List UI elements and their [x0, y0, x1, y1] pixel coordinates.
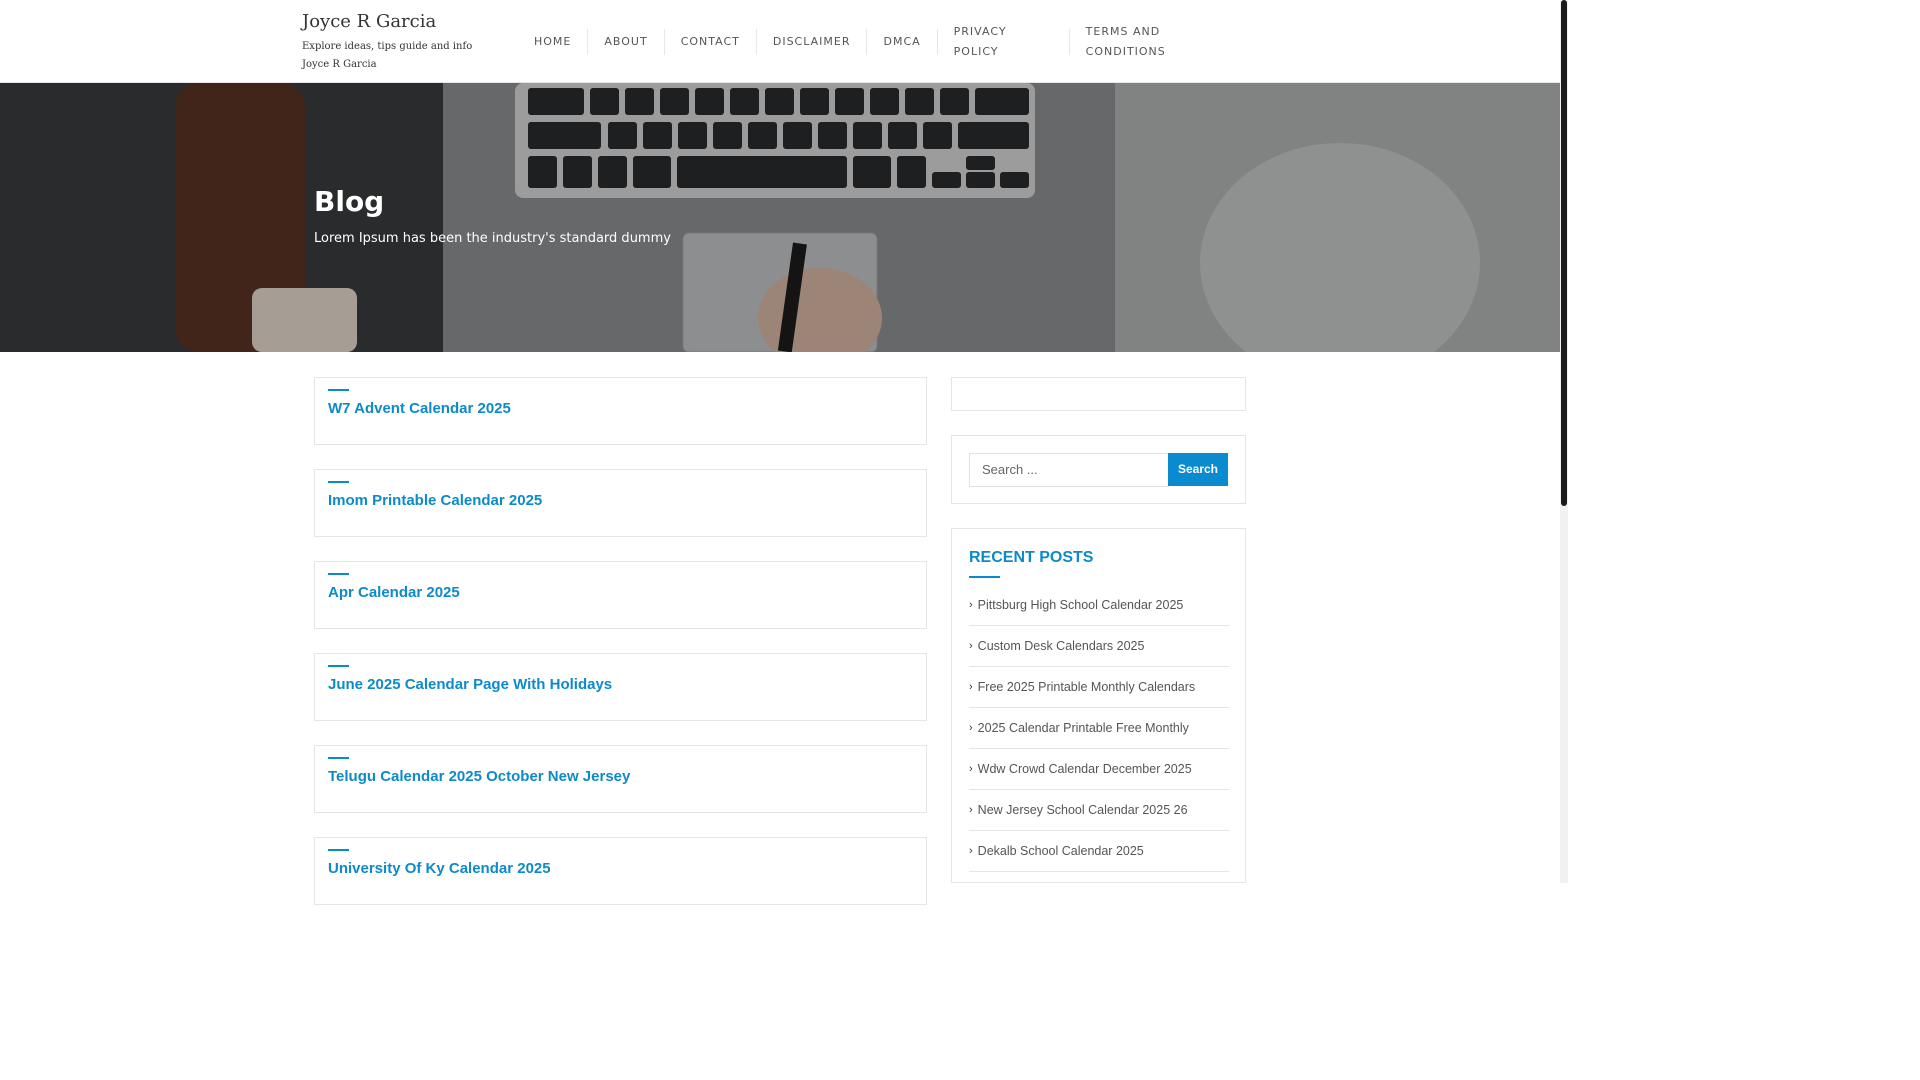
nav-item-home[interactable]: HOME	[518, 28, 589, 55]
site-header: Joyce R Garcia Explore ideas, tips guide…	[0, 0, 1560, 83]
post-card: Apr Calendar 2025	[314, 561, 927, 629]
nav-item-privacy-policy[interactable]: PRIVACY POLICY	[938, 25, 1070, 58]
site-title[interactable]: Joyce R Garcia	[302, 10, 502, 34]
search-input[interactable]: Search ...	[969, 453, 1169, 487]
post-title-link[interactable]: W7 Advent Calendar 2025	[328, 400, 511, 417]
recent-post-item[interactable]: › Custom Desk Calendars 2025	[969, 626, 1229, 667]
post-accent-bar	[328, 849, 349, 851]
post-title-link[interactable]: University Of Ky Calendar 2025	[328, 860, 551, 877]
site-description: Explore ideas, tips guide and info Joyce…	[302, 41, 473, 70]
post-card: Telugu Calendar 2025 October New Jersey	[314, 745, 927, 813]
post-title-link[interactable]: Telugu Calendar 2025 October New Jersey	[328, 768, 630, 785]
recent-post-item[interactable]: › 2025 Calendar Printable Free Monthly	[969, 708, 1229, 749]
post-accent-bar	[328, 665, 349, 667]
chevron-right-icon: ›	[969, 722, 973, 734]
post-card: University Of Ky Calendar 2025	[314, 837, 927, 905]
nav-item-about[interactable]: ABOUT	[588, 28, 665, 55]
recent-post-label[interactable]: 2025 Calendar Printable Free Monthly	[978, 721, 1189, 735]
recent-post-item[interactable]: › Wdw Crowd Calendar December 2025	[969, 749, 1229, 790]
hero-overlay	[0, 83, 1560, 352]
search-button[interactable]: Search	[1168, 453, 1228, 486]
page-subtitle: Lorem Ipsum has been the industry's stan…	[314, 231, 671, 246]
chevron-right-icon: ›	[969, 681, 973, 693]
post-accent-bar	[328, 573, 349, 575]
recent-posts-list: › Pittsburg High School Calendar 2025 › …	[969, 585, 1229, 872]
chevron-right-icon: ›	[969, 763, 973, 775]
chevron-right-icon: ›	[969, 804, 973, 816]
post-accent-bar	[328, 389, 349, 391]
recent-posts-widget: RECENT POSTS › Pittsburg High School Cal…	[951, 528, 1246, 883]
post-accent-bar	[328, 481, 349, 483]
hero-banner: Blog Lorem Ipsum has been the industry's…	[0, 83, 1560, 352]
nav-item-contact[interactable]: CONTACT	[665, 28, 757, 55]
post-title-link[interactable]: Apr Calendar 2025	[328, 584, 460, 601]
chevron-right-icon: ›	[969, 640, 973, 652]
scrollbar-thumb[interactable]	[1561, 0, 1567, 506]
nav-item-terms-and-conditions[interactable]: TERMS AND CONDITIONS	[1070, 25, 1200, 58]
post-card: W7 Advent Calendar 2025	[314, 377, 927, 445]
recent-post-label[interactable]: Custom Desk Calendars 2025	[978, 639, 1145, 653]
post-title-link[interactable]: Imom Printable Calendar 2025	[328, 492, 542, 509]
recent-post-label[interactable]: Dekalb School Calendar 2025	[978, 844, 1144, 858]
recent-posts-accent-bar	[969, 576, 1000, 578]
search-widget: Search ... Search	[951, 435, 1246, 504]
recent-post-item[interactable]: › Free 2025 Printable Monthly Calendars	[969, 667, 1229, 708]
post-card: June 2025 Calendar Page With Holidays	[314, 653, 927, 721]
main-nav: HOME ABOUT CONTACT DISCLAIMER DMCA PRIVA…	[518, 0, 1200, 83]
nav-item-dmca[interactable]: DMCA	[867, 28, 938, 55]
page-scrollbar[interactable]	[1560, 0, 1568, 883]
recent-posts-heading: RECENT POSTS	[969, 549, 1094, 566]
brand: Joyce R Garcia Explore ideas, tips guide…	[302, 10, 502, 74]
recent-post-label[interactable]: Pittsburg High School Calendar 2025	[978, 598, 1184, 612]
post-card: Imom Printable Calendar 2025	[314, 469, 927, 537]
recent-post-item[interactable]: › Dekalb School Calendar 2025	[969, 831, 1229, 872]
recent-post-label[interactable]: New Jersey School Calendar 2025 26	[978, 803, 1188, 817]
chevron-right-icon: ›	[969, 845, 973, 857]
post-title-link[interactable]: June 2025 Calendar Page With Holidays	[328, 676, 612, 693]
recent-post-item[interactable]: › New Jersey School Calendar 2025 26	[969, 790, 1229, 831]
post-accent-bar	[328, 757, 349, 759]
empty-widget	[951, 377, 1246, 411]
chevron-right-icon: ›	[969, 599, 973, 611]
page-title: Blog	[314, 185, 385, 218]
nav-item-disclaimer[interactable]: DISCLAIMER	[757, 28, 868, 55]
recent-post-label[interactable]: Free 2025 Printable Monthly Calendars	[978, 680, 1195, 694]
recent-post-item[interactable]: › Pittsburg High School Calendar 2025	[969, 585, 1229, 626]
recent-post-label[interactable]: Wdw Crowd Calendar December 2025	[978, 762, 1192, 776]
